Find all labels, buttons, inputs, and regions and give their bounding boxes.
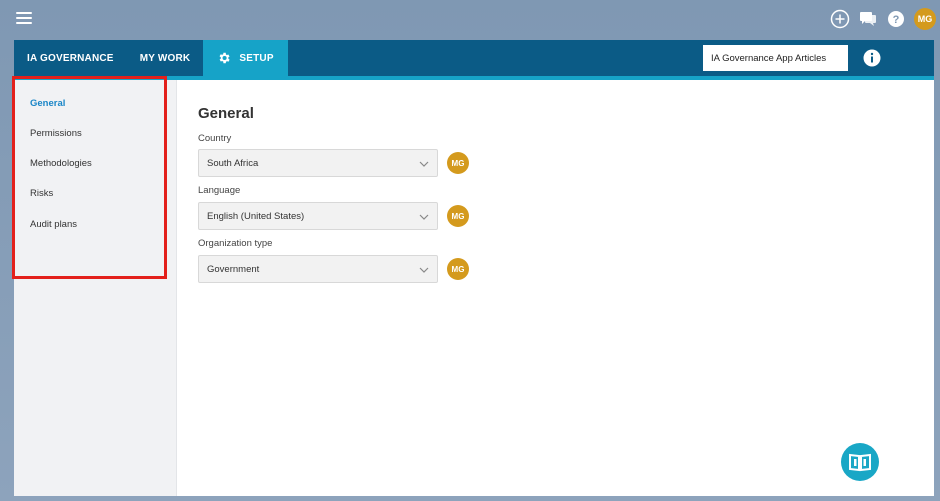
top-bar: ? MG bbox=[0, 0, 940, 38]
top-icons: ? MG bbox=[830, 8, 936, 30]
select-value: South Africa bbox=[207, 157, 259, 169]
owner-avatar: MG bbox=[447, 205, 469, 227]
organization-type-select[interactable]: Government bbox=[198, 255, 438, 283]
language-select[interactable]: English (United States) bbox=[198, 202, 438, 230]
sidebar-item-risks[interactable]: Risks bbox=[30, 188, 53, 199]
chevron-down-icon bbox=[419, 161, 429, 167]
sidebar: General Permissions Methodologies Risks … bbox=[14, 80, 177, 496]
tab-label: IA GOVERNANCE bbox=[27, 52, 114, 64]
language-label: Language bbox=[198, 185, 241, 196]
sidebar-item-methodologies[interactable]: Methodologies bbox=[30, 158, 92, 169]
tab-my-work[interactable]: MY WORK bbox=[127, 40, 204, 76]
country-label: Country bbox=[198, 133, 232, 144]
organization-type-label: Organization type bbox=[198, 238, 273, 249]
sidebar-item-general[interactable]: General bbox=[30, 98, 65, 109]
gear-icon bbox=[217, 51, 231, 65]
select-value: English (United States) bbox=[207, 210, 305, 222]
book-help-icon[interactable] bbox=[841, 443, 879, 481]
navbar: IA GOVERNANCE MY WORK SETUP IA Governanc… bbox=[14, 40, 934, 76]
country-select[interactable]: South Africa bbox=[198, 149, 438, 177]
sidebar-item-permissions[interactable]: Permissions bbox=[30, 128, 82, 139]
owner-avatar: MG bbox=[447, 258, 469, 280]
app-window: IA GOVERNANCE MY WORK SETUP IA Governanc… bbox=[14, 40, 934, 496]
page-title: General bbox=[198, 105, 254, 122]
user-avatar[interactable]: MG bbox=[914, 8, 936, 30]
articles-button[interactable]: IA Governance App Articles bbox=[703, 45, 848, 71]
owner-avatar: MG bbox=[447, 152, 469, 174]
tab-label: MY WORK bbox=[139, 52, 191, 64]
svg-text:?: ? bbox=[893, 14, 900, 26]
tab-setup[interactable]: SETUP bbox=[203, 40, 288, 76]
main-content: General Country South Africa MG Language… bbox=[178, 80, 934, 496]
chevron-down-icon bbox=[419, 267, 429, 273]
hamburger-icon[interactable] bbox=[16, 12, 32, 24]
chevron-down-icon bbox=[419, 214, 429, 220]
chat-icon[interactable] bbox=[858, 9, 878, 29]
tab-ia-governance[interactable]: IA GOVERNANCE bbox=[14, 40, 127, 76]
info-icon[interactable] bbox=[863, 49, 881, 67]
select-value: Government bbox=[207, 263, 260, 275]
nav-tabs: IA GOVERNANCE MY WORK SETUP bbox=[14, 40, 288, 76]
sidebar-item-audit-plans[interactable]: Audit plans bbox=[30, 219, 77, 230]
tab-label: SETUP bbox=[239, 52, 274, 64]
add-circle-icon[interactable] bbox=[830, 9, 850, 29]
help-icon[interactable]: ? bbox=[886, 9, 906, 29]
